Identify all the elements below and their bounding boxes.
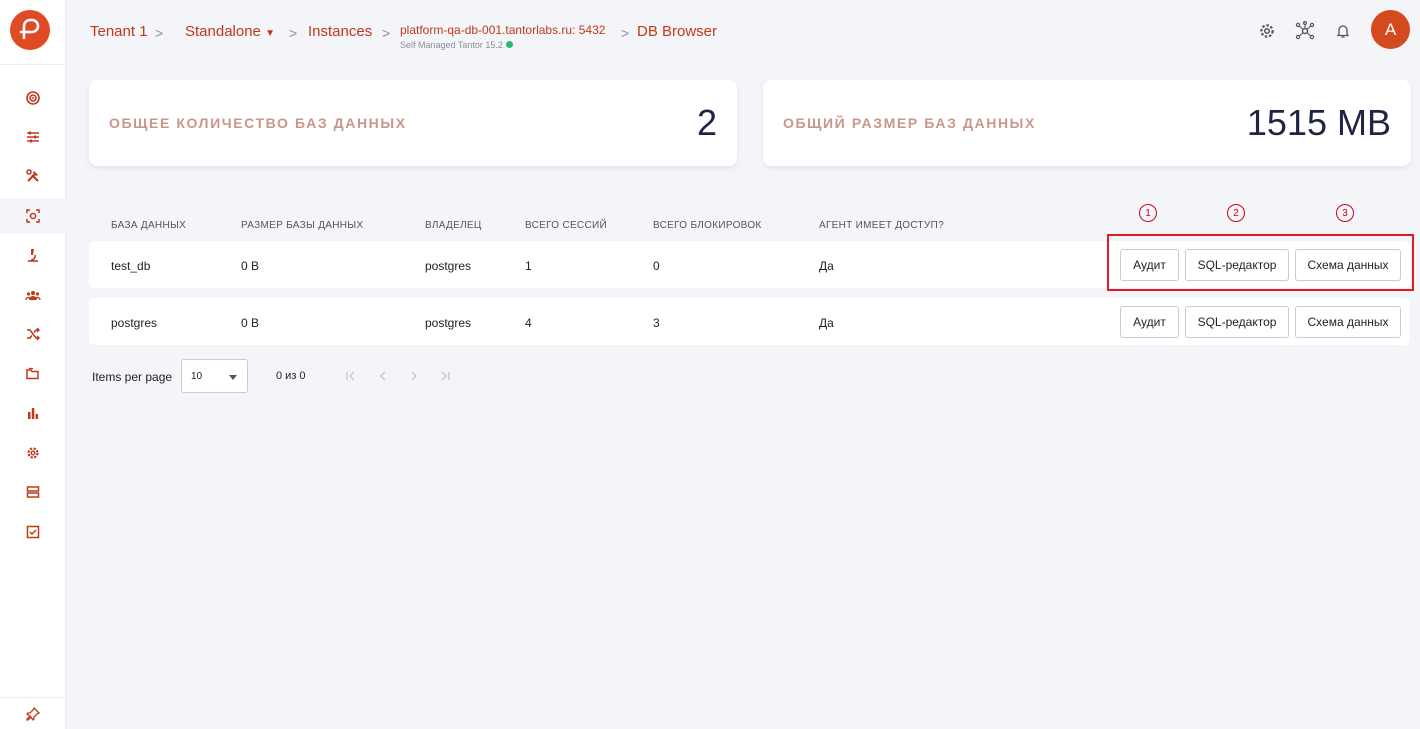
breadcrumb-standalone[interactable]: Standalone ▼	[185, 23, 275, 40]
chevron-right-icon	[411, 371, 417, 381]
gear-icon	[27, 447, 39, 459]
sidebar-item-overview[interactable]	[0, 80, 66, 116]
db-size-label: Общий размер баз данных	[783, 115, 1036, 131]
db-count-card: Общее количество баз данных 2	[89, 80, 737, 166]
breadcrumb-separator: >	[155, 25, 164, 41]
column-header-agent-access[interactable]: АГЕНТ ИМЕЕТ ДОСТУП?	[819, 220, 944, 231]
items-per-page-label: Items per page	[92, 370, 173, 384]
topology-button[interactable]	[1294, 20, 1316, 42]
column-header-locks[interactable]: ВСЕГО БЛОКИРОВОК	[653, 220, 762, 231]
pagination-range: 0 из 0	[276, 370, 306, 382]
schema-button[interactable]: Схема данных	[1295, 306, 1401, 338]
column-header-sessions[interactable]: ВСЕГО СЕССИЙ	[525, 220, 607, 231]
last-page-button[interactable]	[437, 368, 453, 384]
instance-subtitle: Self Managed Tantor 15.2	[400, 40, 513, 50]
verified-check-icon	[505, 41, 513, 48]
audit-button[interactable]: Аудит	[1120, 306, 1179, 338]
breadcrumb-instance[interactable]: platform-qa-db-001.tantorlabs.ru: 5432	[400, 23, 605, 37]
sql-editor-button[interactable]: SQL-редактор	[1185, 306, 1289, 338]
cell-database: postgres	[111, 316, 158, 330]
bell-icon	[1336, 25, 1350, 38]
column-header-owner[interactable]: ВЛАДЕЛЕЦ	[425, 220, 482, 231]
cell-owner: postgres	[425, 259, 472, 273]
target-icon	[26, 91, 40, 105]
column-header-database[interactable]: БАЗА ДАННЫХ	[111, 220, 186, 231]
cell-size: 0 B	[241, 259, 260, 273]
cell-sessions[interactable]: 4	[525, 316, 532, 330]
caret-down-icon: ▼	[265, 28, 275, 39]
network-icon	[1295, 21, 1315, 40]
sidebar-item-settings-sliders[interactable]	[0, 119, 66, 155]
breadcrumb-current-page: DB Browser	[637, 23, 718, 40]
sidebar	[0, 0, 66, 729]
folder-icon	[26, 367, 39, 380]
sidebar-item-users[interactable]	[0, 277, 66, 313]
sidebar-item-tasks[interactable]	[0, 514, 66, 550]
marker-2: 2	[1227, 204, 1245, 222]
previous-page-button[interactable]	[375, 368, 391, 384]
marker-3: 3	[1336, 204, 1354, 222]
sidebar-item-tools[interactable]	[0, 158, 66, 194]
column-header-size[interactable]: РАЗМЕР БАЗЫ ДАННЫХ	[241, 220, 363, 231]
cell-sessions[interactable]: 1	[525, 259, 532, 273]
sidebar-item-configuration[interactable]	[0, 435, 66, 471]
cell-locks: 0	[653, 259, 660, 273]
breadcrumb-tenant[interactable]: Tenant 1	[90, 23, 148, 40]
cell-agent-access: Да	[819, 259, 834, 273]
sliders-icon	[27, 131, 39, 143]
sidebar-item-lab[interactable]	[0, 237, 66, 273]
microscope-icon	[28, 249, 38, 262]
sidebar-divider	[0, 697, 66, 698]
sidebar-item-folders[interactable]	[0, 356, 66, 392]
highlight-box	[1107, 234, 1414, 291]
gear-icon	[1260, 24, 1274, 38]
settings-button[interactable]	[1256, 20, 1278, 42]
cell-database: test_db	[111, 259, 151, 273]
tools-icon	[26, 169, 39, 182]
sidebar-divider	[0, 64, 66, 65]
sidebar-pin-button[interactable]	[0, 699, 66, 729]
logo-mark-icon	[19, 18, 40, 40]
pin-icon	[25, 706, 41, 722]
scan-icon	[26, 209, 40, 223]
cell-size: 0 B	[241, 316, 260, 330]
users-icon	[25, 291, 41, 301]
marker-1: 1	[1139, 204, 1157, 222]
db-size-value: 1515 MB	[1246, 102, 1391, 143]
shuffle-icon	[27, 327, 40, 341]
user-avatar[interactable]: A	[1371, 10, 1410, 49]
breadcrumb-standalone-label: Standalone	[185, 23, 261, 40]
sidebar-item-db-browser[interactable]	[0, 198, 66, 234]
breadcrumb-separator: >	[621, 25, 630, 41]
db-count-value: 2	[696, 102, 717, 143]
app-logo[interactable]	[10, 10, 50, 50]
instance-subtitle-text: Self Managed Tantor 15.2	[400, 40, 503, 50]
breadcrumb-separator: >	[382, 25, 391, 41]
server-icon	[26, 486, 40, 498]
chevron-left-icon	[380, 371, 386, 381]
last-page-icon	[441, 371, 450, 381]
items-per-page-select[interactable]: 10	[181, 359, 248, 393]
sidebar-item-shuffle[interactable]	[0, 316, 66, 352]
bar-chart-icon	[28, 408, 39, 419]
items-per-page-value: 10	[191, 371, 203, 382]
sidebar-item-reports[interactable]	[0, 395, 66, 431]
breadcrumb-instances[interactable]: Instances	[308, 23, 372, 40]
db-size-card: Общий размер баз данных 1515 MB	[763, 80, 1411, 166]
first-page-icon	[346, 371, 355, 381]
cell-owner: postgres	[425, 316, 472, 330]
first-page-button[interactable]	[343, 368, 359, 384]
cell-agent-access: Да	[819, 316, 834, 330]
next-page-button[interactable]	[406, 368, 422, 384]
caret-down-icon	[229, 375, 237, 380]
checklist-icon	[26, 525, 40, 539]
db-count-label: Общее количество баз данных	[109, 115, 407, 131]
notifications-button[interactable]	[1332, 20, 1354, 42]
cell-locks: 3	[653, 316, 660, 330]
table-row: postgres 0 B postgres 4 3 Да Аудит SQL-р…	[89, 298, 1410, 345]
sidebar-item-servers[interactable]	[0, 474, 66, 510]
breadcrumb-separator: >	[289, 25, 298, 41]
